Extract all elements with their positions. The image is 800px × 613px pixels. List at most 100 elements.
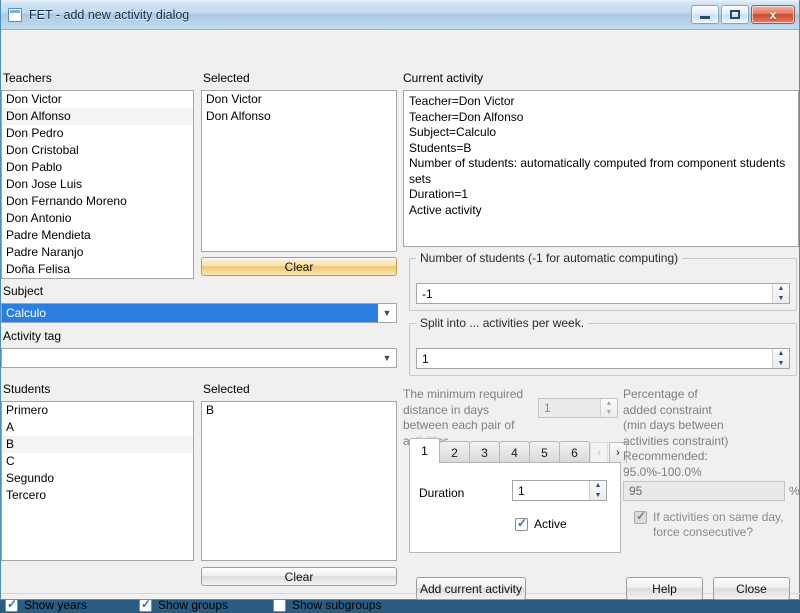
checkbox-box — [634, 509, 647, 524]
window-controls: x — [691, 5, 799, 24]
close-window-button[interactable]: x — [751, 5, 795, 24]
list-item[interactable]: Don Pedro — [2, 125, 193, 142]
list-item[interactable]: Don Jose Luis — [2, 176, 193, 193]
force-consecutive-checkbox: If activities on same day, force consecu… — [634, 509, 799, 540]
checkbox-box — [5, 597, 18, 612]
number-of-students-value: -1 — [422, 286, 433, 301]
teachers-selected-list[interactable]: Don Victor Don Alfonso — [201, 90, 397, 252]
tab-2[interactable]: 2 — [439, 441, 470, 463]
active-label: Active — [534, 517, 567, 531]
title-bar: FET - add new activity dialog x — [1, 0, 799, 30]
spin-up-icon[interactable]: ▲ — [590, 481, 606, 491]
min-days-spinbox: 1 ▲ ▼ — [538, 398, 618, 418]
checkbox-box — [515, 516, 528, 531]
list-item[interactable]: A — [2, 419, 193, 436]
chevron-down-icon: ▼ — [382, 353, 392, 363]
list-item[interactable]: C — [2, 453, 193, 470]
active-checkbox[interactable]: Active — [515, 516, 567, 532]
teachers-list[interactable]: Don Victor Don Alfonso Don Pedro Don Cristo… — [1, 90, 194, 279]
list-item[interactable]: Doña Felisa — [2, 261, 193, 278]
close-button[interactable]: Close — [713, 577, 790, 600]
split-into-value: 1 — [422, 351, 429, 366]
help-button[interactable]: Help — [626, 577, 703, 600]
list-item[interactable]: Tercero — [2, 487, 193, 504]
list-item[interactable]: Don Victor — [202, 91, 396, 108]
list-item[interactable]: Primero — [2, 402, 193, 419]
activity-tabs[interactable]: 1 2 3 4 5 6 ‹ › — [409, 438, 627, 463]
students-label: Students — [3, 382, 51, 396]
list-item[interactable]: Padre Naranjo — [2, 244, 193, 261]
activity-line: Teacher=Don Alfonso — [409, 109, 524, 124]
spin-buttons[interactable]: ▲ ▼ — [772, 284, 789, 303]
show-subgroups-checkbox[interactable]: Show subgroups — [273, 598, 381, 613]
show-years-checkbox[interactable]: Show years — [5, 597, 87, 613]
spin-down-icon[interactable]: ▼ — [773, 359, 789, 369]
tab-6[interactable]: 6 — [559, 441, 590, 463]
percentage-description-line: (min days between — [623, 418, 724, 432]
percentage-description: Percentage of added constraint (min days … — [623, 387, 799, 480]
activity-line: Subject=Calculo — [409, 125, 497, 139]
checkbox-box — [273, 599, 286, 612]
spin-up-icon[interactable]: ▲ — [773, 349, 789, 359]
activity-tag-combobox[interactable]: ▼ — [1, 348, 397, 368]
minimize-icon — [700, 16, 710, 19]
activity-line: Number of students: automatically comput… — [409, 156, 786, 186]
force-consecutive-label: If activities on same day, force consecu… — [653, 510, 784, 539]
dialog-window: FET - add new activity dialog x Teachers… — [0, 0, 800, 612]
add-current-activity-button[interactable]: Add current activity — [416, 577, 526, 600]
clear-students-button[interactable]: Clear — [201, 567, 397, 586]
spin-buttons: ▲ ▼ — [600, 399, 617, 417]
list-item[interactable]: B — [202, 402, 396, 419]
tab-1[interactable]: 1 — [409, 438, 440, 463]
list-item[interactable]: Don Victor — [2, 91, 193, 108]
tab-page — [409, 462, 621, 553]
list-item[interactable]: Padre Mendieta — [2, 227, 193, 244]
clear-teachers-button[interactable]: Clear — [201, 257, 397, 276]
list-item[interactable]: Don Cristobal — [2, 142, 193, 159]
chevron-down-icon: ▼ — [382, 308, 392, 318]
percentage-description-line: Recommended: — [623, 449, 708, 463]
show-subgroups-label: Show subgroups — [292, 598, 382, 612]
spin-up-icon: ▲ — [605, 400, 613, 407]
list-item[interactable]: Don Alfonso — [202, 108, 396, 125]
spin-down-icon[interactable]: ▼ — [590, 491, 606, 501]
spin-down-icon[interactable]: ▼ — [773, 294, 789, 304]
activity-line: Teacher=Don Victor — [409, 94, 515, 108]
show-years-label: Show years — [24, 598, 87, 612]
percentage-input: 95 — [623, 481, 785, 501]
subject-label: Subject — [3, 284, 44, 298]
maximize-button[interactable] — [721, 5, 749, 24]
list-item[interactable]: Don Fernando Moreno — [2, 193, 193, 210]
students-selected-list[interactable]: B — [201, 401, 397, 561]
minimize-button[interactable] — [691, 5, 719, 24]
tab-4[interactable]: 4 — [499, 441, 530, 463]
spin-buttons[interactable]: ▲ ▼ — [589, 481, 606, 500]
checkbox-box — [139, 597, 152, 612]
current-activity-label: Current activity — [403, 71, 484, 85]
tab-5[interactable]: 5 — [529, 441, 560, 463]
min-days-value: 1 — [544, 401, 551, 415]
list-item[interactable]: Don Pablo — [2, 159, 193, 176]
duration-spinbox[interactable]: 1 ▲ ▼ — [512, 480, 607, 501]
students-list[interactable]: Primero A B C Segundo Tercero — [1, 401, 194, 561]
show-groups-label: Show groups — [158, 598, 229, 612]
list-item[interactable]: B — [2, 436, 193, 453]
list-item[interactable]: Don Alfonso — [2, 108, 193, 125]
number-of-students-spinbox[interactable]: -1 ▲ ▼ — [416, 283, 790, 304]
percentage-description-line: 95.0%-100.0% — [623, 464, 702, 479]
show-groups-checkbox[interactable]: Show groups — [139, 597, 229, 613]
spin-buttons[interactable]: ▲ ▼ — [772, 349, 789, 368]
percentage-description-line: added constraint — [623, 402, 712, 417]
duration-value: 1 — [518, 483, 525, 498]
list-item[interactable]: Don Antonio — [2, 210, 193, 227]
split-into-title: Split into ... activities per week. — [416, 316, 589, 330]
split-into-spinbox[interactable]: 1 ▲ ▼ — [416, 348, 790, 369]
spin-up-icon[interactable]: ▲ — [773, 284, 789, 294]
list-item[interactable]: Segundo — [2, 470, 193, 487]
current-activity-text: Teacher=Don Victor Teacher=Don Alfonso Sub… — [403, 90, 799, 247]
app-window-icon — [8, 7, 22, 22]
tab-3[interactable]: 3 — [469, 441, 500, 463]
subject-combobox[interactable]: Calculo ▼ — [1, 303, 397, 323]
percentage-description-line: Percentage of — [623, 387, 698, 401]
students-selected-label: Selected — [203, 382, 250, 396]
